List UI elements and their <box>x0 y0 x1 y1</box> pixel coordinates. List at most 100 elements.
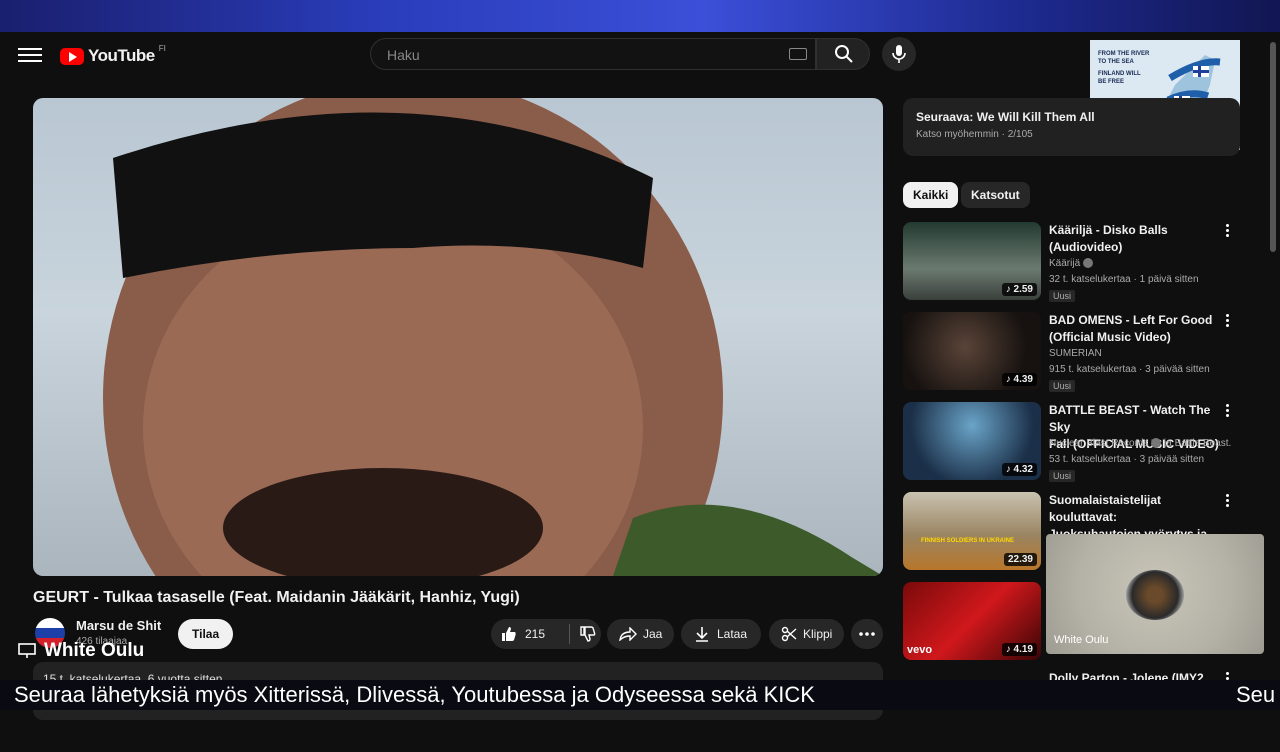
like-dislike-group: 215 <box>491 619 601 649</box>
brand-text: YouTube <box>88 46 155 65</box>
download-button[interactable]: Lataa <box>681 619 762 649</box>
more-horizontal-icon <box>859 632 875 636</box>
recommendation-channel[interactable]: Käärijä <box>1049 258 1093 269</box>
more-actions-button[interactable] <box>851 619 883 649</box>
search-input[interactable] <box>385 46 769 64</box>
map-caption-line: BE FREE <box>1098 79 1125 85</box>
recommendation-item[interactable]: ♪ 4.39 BAD OMENS - Left For Good (Officia… <box>903 312 1240 394</box>
stream-top-banner <box>0 0 1280 32</box>
recommendation-meta: 53 t. katselukertaa · 3 päivää sitten <box>1049 454 1205 465</box>
video-thumbnail[interactable]: ♪ 4.32 <box>903 402 1041 480</box>
share-icon <box>619 627 637 641</box>
chip-watched[interactable]: Katsotut <box>961 182 1030 208</box>
video-thumbnail[interactable]: FINNISH SOLDIERS IN UKRAINE 22.39 <box>903 492 1041 570</box>
share-label: Jaa <box>643 627 663 641</box>
video-title: GEURT - Tulkaa tasaselle (Feat. Maidanin… <box>33 589 520 606</box>
menu-icon[interactable] <box>18 44 42 64</box>
duration-text: 4.19 <box>1013 644 1033 655</box>
scissors-icon <box>781 626 797 642</box>
channel-name[interactable]: Marsu de Shit <box>76 618 161 633</box>
playlist-position: 2/105 <box>1007 129 1033 140</box>
recommendation-title[interactable]: Kääriljä - Disko Balls (Audiovideo) <box>1049 222 1219 256</box>
vevo-logo: vevo <box>907 644 933 656</box>
duration-text: 4.39 <box>1013 374 1033 385</box>
keyboard-icon[interactable] <box>789 48 807 60</box>
duration-text: 2.59 <box>1013 284 1033 295</box>
search-button[interactable] <box>816 38 870 70</box>
search-icon <box>835 45 853 63</box>
clip-label: Klippi <box>803 627 833 641</box>
map-caption-line: FINLAND WILL <box>1098 71 1141 77</box>
more-vertical-icon[interactable] <box>1226 314 1230 328</box>
video-player[interactable] <box>33 98 883 576</box>
clip-button[interactable]: Klippi <box>769 619 845 649</box>
thumbs-down-icon <box>580 626 596 642</box>
map-caption-line: TO THE SEA <box>1098 59 1134 65</box>
voice-search-button[interactable] <box>882 37 916 71</box>
subscribe-button[interactable]: Tilaa <box>178 619 234 649</box>
title-line: Kääriljä - Disko Balls <box>1049 223 1168 237</box>
title-line: Suomalaistaistelijat kouluttavat: <box>1049 493 1162 524</box>
dislike-button[interactable] <box>570 626 596 642</box>
playlist-next-card[interactable]: Seuraava: We Will Kill Them All Katso my… <box>903 98 1240 156</box>
country-code: FI <box>158 43 166 53</box>
verified-icon <box>1082 258 1093 269</box>
video-duration: ♪ 4.32 <box>1001 463 1037 476</box>
new-badge: Uusi <box>1049 470 1076 482</box>
cam-object <box>1126 570 1184 620</box>
new-badge: Uusi <box>1049 290 1076 302</box>
new-badge: Uusi <box>1049 380 1076 392</box>
video-duration: 22.39 <box>1003 553 1037 566</box>
title-line: (Audiovideo) <box>1049 240 1123 254</box>
recommendation-channel[interactable]: SUMERIAN <box>1049 348 1102 359</box>
recommendation-meta: 915 t. katselukertaa · 3 päivää sitten <box>1049 364 1210 375</box>
video-thumbnail[interactable]: vevo ♪ 4.19 <box>903 582 1041 660</box>
thumbs-up-icon <box>502 627 516 641</box>
recommendation-channel[interactable]: Nuclear Blast Records ja Battle Beast. <box>1049 438 1231 449</box>
download-label: Lataa <box>717 627 748 641</box>
like-button[interactable]: 215 <box>491 619 559 649</box>
like-count: 215 <box>525 627 546 641</box>
share-button[interactable]: Jaa <box>607 619 675 649</box>
map-caption: FROM THE RIVER TO THE SEA FINLAND WILL B… <box>1098 50 1149 86</box>
thumbnail-caption: FINNISH SOLDIERS IN UKRAINE <box>921 538 1015 544</box>
title-line: BATTLE BEAST - Watch The Sky <box>1049 403 1211 434</box>
video-frame-illustration <box>103 98 883 576</box>
more-vertical-icon[interactable] <box>1226 494 1230 508</box>
video-duration: ♪ 4.19 <box>1001 643 1037 656</box>
search-box[interactable] <box>370 38 816 70</box>
download-icon <box>696 627 708 642</box>
recommendation-item[interactable]: ♪ 4.32 BATTLE BEAST - Watch The Sky Fall … <box>903 402 1240 484</box>
ticker-text-repeat: Seu <box>1236 682 1276 707</box>
duration-text: 4.32 <box>1013 464 1033 475</box>
title-line: BAD OMENS - Left For Good <box>1049 313 1213 327</box>
more-vertical-icon[interactable] <box>1226 404 1230 418</box>
stream-channel-label: White Oulu <box>18 640 144 662</box>
stream-label-text: White Oulu <box>44 640 145 661</box>
recommendation-item[interactable]: ♪ 2.59 Kääriljä - Disko Balls (Audiovideo… <box>903 222 1240 304</box>
cam-name-label: White Oulu <box>1054 634 1109 646</box>
channel-text: Käärijä <box>1049 258 1081 269</box>
recommendation-title[interactable]: BAD OMENS - Left For Good (Official Music… <box>1049 312 1219 346</box>
recommendation-meta: 32 t. katselukertaa · 1 päivä sitten <box>1049 274 1199 285</box>
webcam-overlay: White Oulu <box>1046 534 1264 654</box>
map-caption-line: FROM THE RIVER <box>1098 51 1150 57</box>
more-vertical-icon[interactable] <box>1226 224 1230 238</box>
video-duration: ♪ 2.59 <box>1001 283 1037 296</box>
video-thumbnail[interactable]: ♪ 2.59 <box>903 222 1041 300</box>
news-ticker: Seuraa lähetyksiä myös Xitterissä, Dlive… <box>0 680 1280 710</box>
video-thumbnail[interactable]: ♪ 4.39 <box>903 312 1041 390</box>
playlist-next-title: Seuraava: We Will Kill Them All <box>916 110 1095 124</box>
ticker-text: Seuraa lähetyksiä myös Xitterissä, Dlive… <box>14 682 815 707</box>
channel-text: ja Battle Beast. <box>1164 438 1232 449</box>
youtube-play-icon <box>60 47 84 65</box>
verified-icon <box>1151 438 1162 449</box>
title-line: (Official Music Video) <box>1049 330 1171 344</box>
playlist-name: Katso myöhemmin <box>916 129 999 140</box>
youtube-logo[interactable]: YouTube FI <box>60 43 166 66</box>
video-duration: ♪ 4.39 <box>1001 373 1037 386</box>
monitor-icon <box>18 643 36 658</box>
chip-all[interactable]: Kaikki <box>903 182 959 208</box>
microphone-icon <box>892 45 906 63</box>
scrollbar[interactable] <box>1270 42 1276 252</box>
